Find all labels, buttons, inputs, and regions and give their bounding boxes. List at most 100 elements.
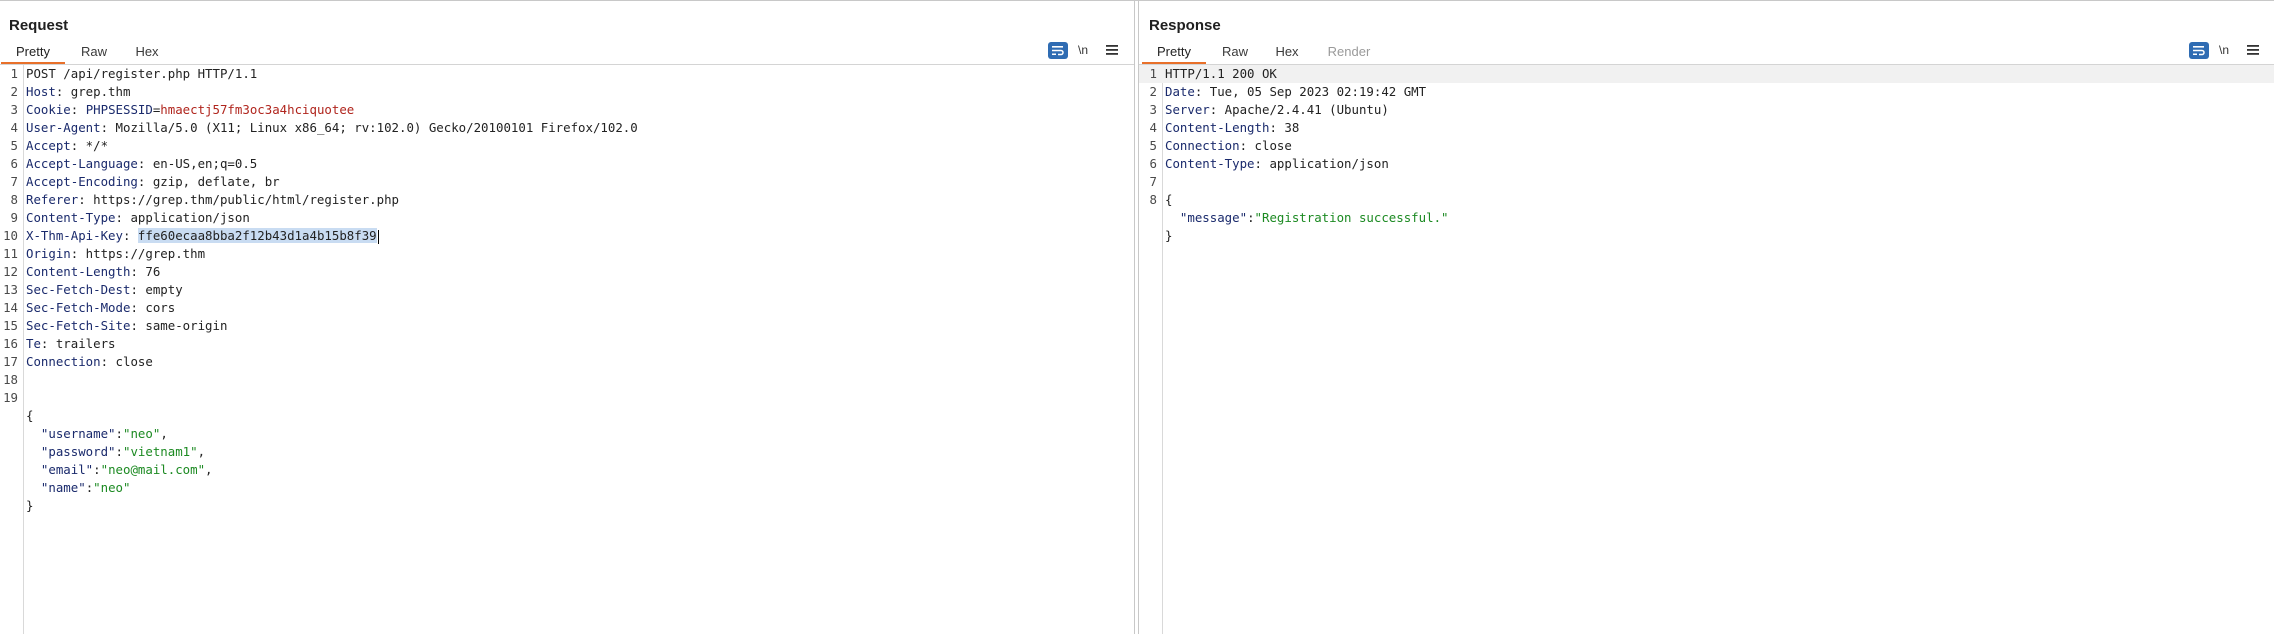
line-text: Sec-Fetch-Mode: cors — [26, 299, 175, 317]
request-code-line: { — [0, 407, 1134, 425]
response-code-line: 7 — [1139, 173, 2274, 191]
pretty-print-icon — [2189, 41, 2209, 59]
line-text: { — [1165, 191, 1172, 209]
code-token: , — [205, 462, 213, 477]
request-newline-toggle[interactable]: \n — [1078, 41, 1088, 59]
code-token: Content-Type — [1165, 156, 1255, 171]
line-text: "email":"neo@mail.com", — [26, 461, 213, 479]
code-token: "email" — [40, 462, 94, 477]
line-number: 1 — [10, 66, 18, 81]
code-token: { — [1165, 192, 1173, 207]
response-code-line: 2 Date: Tue, 05 Sep 2023 02:19:42 GMT — [1139, 83, 2274, 101]
line-number: 6 — [1149, 156, 1157, 171]
code-token: : Apache/2.4.41 (Ubuntu) — [1209, 102, 1389, 117]
request-code-line: 7 Accept-Encoding: gzip, deflate, br — [0, 173, 1134, 191]
line-text: "name":"neo" — [26, 479, 131, 497]
line-number: 5 — [10, 138, 18, 153]
line-number: 4 — [1149, 120, 1157, 135]
request-code-line: 11 Origin: https://grep.thm — [0, 245, 1134, 263]
tab-response-render[interactable]: Render — [1322, 43, 1376, 63]
code-token: : empty — [130, 282, 183, 297]
response-code-line: } — [1139, 227, 2274, 245]
request-code-line: 14 Sec-Fetch-Mode: cors — [0, 299, 1134, 317]
line-text: Content-Type: application/json — [1165, 155, 1389, 173]
code-token: : 38 — [1269, 120, 1300, 135]
code-token: : en-US,en;q=0.5 — [137, 156, 258, 171]
response-code-line: 8{ — [1139, 191, 2274, 209]
line-text: } — [1165, 227, 1172, 245]
code-token: Sec-Fetch-Mode — [26, 300, 131, 315]
line-text: HTTP/1.1 200 OK — [1165, 65, 1277, 83]
response-code-line: 5 Connection: close — [1139, 137, 2274, 155]
line-text: Origin: https://grep.thm — [26, 245, 205, 263]
request-code-line: 10 X-Thm-Api-Key: ffe60ecaa8bba2f12b43d1a… — [0, 227, 1134, 245]
line-number: 3 — [1149, 102, 1157, 117]
response-pane: Response Pretty Raw Hex Render \n 1 HTTP/… — [1139, 1, 2274, 634]
line-text: POST /api/register.php HTTP/1.1 — [26, 65, 257, 83]
tab-response-raw[interactable]: Raw — [1216, 43, 1254, 63]
request-code-line: 15 Sec-Fetch-Site: same-origin — [0, 317, 1134, 335]
code-token: : same-origin — [130, 318, 228, 333]
code-token: Origin — [26, 246, 71, 261]
line-number: 7 — [10, 174, 18, 189]
response-pretty-toggle[interactable] — [2189, 41, 2209, 59]
code-token: "neo@mail.com" — [100, 462, 206, 477]
line-text: Server: Apache/2.4.41 (Ubuntu) — [1165, 101, 1389, 119]
request-code-line: 8 Referer: https://grep.thm/public/html/r… — [0, 191, 1134, 209]
code-token: Server — [1165, 102, 1210, 117]
code-token: : trailers — [40, 336, 116, 351]
code-token: "password" — [40, 444, 116, 459]
code-token: : https://grep.thm/public/html/register.… — [78, 192, 399, 207]
line-text: Sec-Fetch-Dest: empty — [26, 281, 183, 299]
code-token: : — [93, 462, 101, 477]
tab-request-raw[interactable]: Raw — [75, 43, 113, 63]
code-token: "neo" — [93, 480, 131, 495]
line-number: 11 — [3, 246, 18, 261]
request-pane: Request Pretty Raw Hex \n 1 POST /api/reg… — [0, 1, 1134, 634]
code-token: : — [115, 426, 123, 441]
tab-request-hex[interactable]: Hex — [127, 43, 167, 63]
request-code-line: 17 Connection: close — [0, 353, 1134, 371]
code-token: : close — [1239, 138, 1292, 153]
code-token: Content-Length — [1165, 120, 1270, 135]
code-token: : — [1247, 210, 1255, 225]
code-token: "name" — [40, 480, 86, 495]
code-token: } — [1165, 228, 1173, 243]
tab-request-pretty[interactable]: Pretty — [1, 43, 65, 64]
line-number: 8 — [10, 192, 18, 207]
request-pretty-toggle[interactable] — [1048, 41, 1068, 59]
code-token: Connection — [1165, 138, 1240, 153]
code-token: hmaectj57fm3oc3a4hciquotee — [160, 102, 355, 117]
code-token: , — [160, 426, 168, 441]
code-token: Sec-Fetch-Site — [26, 318, 131, 333]
request-code-line: "email":"neo@mail.com", — [0, 461, 1134, 479]
request-code-line: 16 Te: trailers — [0, 335, 1134, 353]
line-text: Te: trailers — [26, 335, 116, 353]
request-code-line: 4 User-Agent: Mozilla/5.0 (X11; Linux x86… — [0, 119, 1134, 137]
request-code-line: "password":"vietnam1", — [0, 443, 1134, 461]
line-text: "username":"neo", — [26, 425, 168, 443]
line-text: Host: grep.thm — [26, 83, 130, 101]
request-menu-icon[interactable] — [1106, 41, 1118, 59]
code-token: "Registration successful." — [1254, 210, 1449, 225]
line-text: "message":"Registration successful." — [1165, 209, 1449, 227]
code-token: HTTP/1.1 200 OK — [1165, 66, 1277, 81]
pretty-print-icon — [1048, 41, 1068, 59]
line-text: } — [26, 497, 33, 515]
code-token: Cookie — [26, 102, 71, 117]
request-code-line: 13 Sec-Fetch-Dest: empty — [0, 281, 1134, 299]
code-token: : Tue, 05 Sep 2023 02:19:42 GMT — [1194, 84, 1427, 99]
request-code-line: 9 Content-Type: application/json — [0, 209, 1134, 227]
line-number: 8 — [1149, 192, 1157, 207]
code-token: : */* — [70, 138, 109, 153]
response-menu-icon[interactable] — [2247, 41, 2259, 59]
response-newline-toggle[interactable]: \n — [2219, 41, 2229, 59]
code-token: "username" — [40, 426, 116, 441]
line-number: 5 — [1149, 138, 1157, 153]
tab-response-pretty[interactable]: Pretty — [1142, 43, 1206, 64]
request-code-line: 3 Cookie: PHPSESSID=hmaectj57fm3oc3a4hciq… — [0, 101, 1134, 119]
tab-response-hex[interactable]: Hex — [1267, 43, 1307, 63]
